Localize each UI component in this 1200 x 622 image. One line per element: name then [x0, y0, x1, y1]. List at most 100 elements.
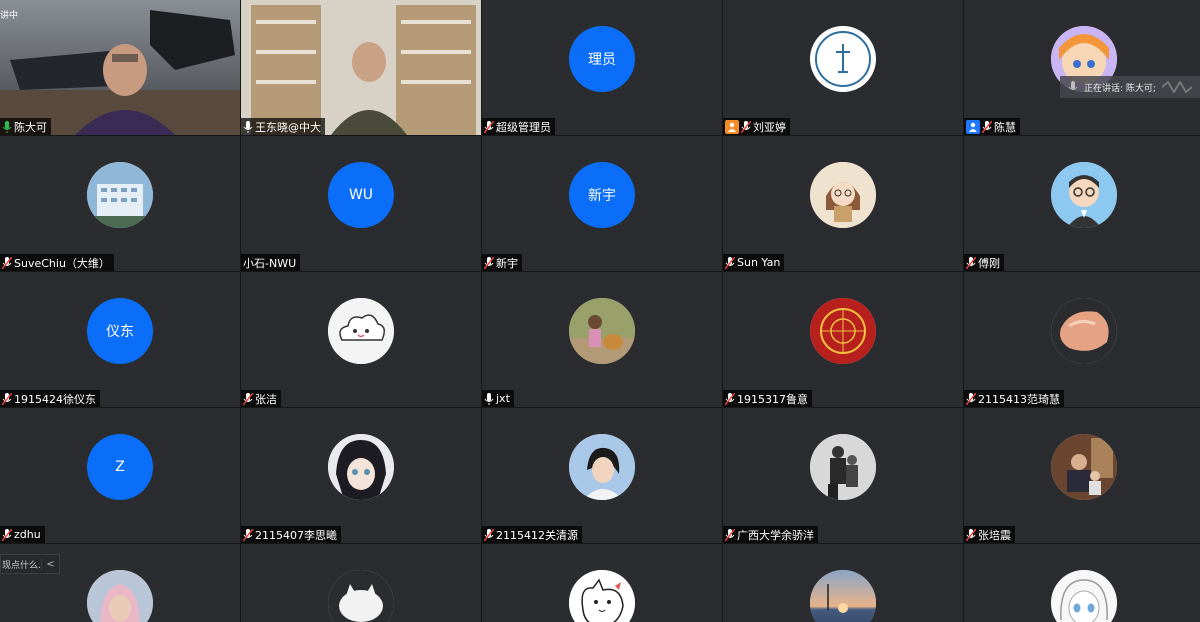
participant-name-bar: 刘亚婷: [723, 118, 790, 135]
participant-name-bar: 小石-NWU: [241, 254, 301, 271]
mic-on-icon: [484, 392, 494, 405]
host-role-icon: [725, 119, 739, 134]
participant-name-bar: 傅刚: [964, 254, 1004, 271]
speaking-indicator: 正在讲话: 陈大可;: [1060, 76, 1200, 98]
participant-video: [241, 0, 481, 135]
cartoon-man-avatar: [1051, 162, 1117, 228]
mic-muted-icon: [484, 528, 494, 541]
participant-name: 广西大学余骄洋: [737, 528, 814, 542]
participant-name: 1915317鲁意: [737, 392, 808, 406]
mic-muted-icon: [243, 392, 253, 405]
audio-wave-icon: [1161, 81, 1192, 93]
participant-tile[interactable]: 新宇 新宇: [482, 136, 722, 271]
participant-tile[interactable]: jxt: [482, 272, 722, 407]
participant-video: [0, 0, 240, 135]
participant-tile[interactable]: Sun Yan: [723, 136, 963, 271]
participant-tile[interactable]: [723, 544, 963, 622]
man-photo-avatar: [1051, 434, 1117, 500]
participant-name: Sun Yan: [737, 256, 781, 269]
sunset-avatar: [810, 570, 876, 622]
participant-name: 陈大可: [14, 120, 47, 134]
participant-name-bar: 广西大学余骄洋: [723, 526, 818, 543]
participant-tile[interactable]: 1915317鲁意: [723, 272, 963, 407]
participant-tile[interactable]: 陈大可 讲中: [0, 0, 240, 135]
sketch-dog-avatar: [569, 570, 635, 622]
participant-tile[interactable]: 2115412关清源: [482, 408, 722, 543]
mic-muted-icon: [982, 120, 992, 133]
participant-grid: 陈大可 讲中 王东晓@中大 理员 超级管理员 刘亚婷 陈慧 正在讲话: 陈大可;…: [0, 0, 1200, 622]
participant-tile[interactable]: 张培震: [964, 408, 1200, 543]
participant-name-bar: 2115413范琦慧: [964, 390, 1064, 407]
stone-avatar: [1051, 298, 1117, 364]
mic-muted-icon: [2, 392, 12, 405]
participant-name: 2115407李思曦: [255, 528, 337, 542]
initials-avatar: 理员: [569, 26, 635, 92]
mic-muted-icon: [484, 120, 494, 133]
initials-avatar: 仪东: [87, 298, 153, 364]
participant-name-bar: SuveChiu（大维）: [0, 254, 114, 271]
mic-muted-icon: [741, 120, 751, 133]
participant-name-bar: 张培震: [964, 526, 1015, 543]
mic-muted-icon: [966, 528, 976, 541]
participant-name-bar: 超级管理员: [482, 118, 555, 135]
cloud-avatar: [328, 298, 394, 364]
participant-tile[interactable]: 仪东 1915424徐仪东: [0, 272, 240, 407]
participant-tile[interactable]: 王东晓@中大: [241, 0, 481, 135]
initials-avatar: 新宇: [569, 162, 635, 228]
anime-boy-avatar: [328, 434, 394, 500]
participant-name: 1915424徐仪东: [14, 392, 96, 406]
participant-tile[interactable]: 广西大学余骄洋: [723, 408, 963, 543]
participant-name: 2115413范琦慧: [978, 392, 1060, 406]
participant-name: 2115412关清源: [496, 528, 578, 542]
participant-name: 王东晓@中大: [255, 120, 321, 134]
participant-name-bar: 陈大可: [0, 118, 51, 135]
participant-tile[interactable]: WU 小石-NWU: [241, 136, 481, 271]
participant-tile[interactable]: 陈慧 正在讲话: 陈大可;: [964, 0, 1200, 135]
mic-muted-icon: [484, 256, 494, 269]
speaking-label: 正在讲话: 陈大可;: [1084, 83, 1156, 94]
meeting-hint: 讲中: [0, 11, 19, 21]
initials-avatar: WU: [328, 162, 394, 228]
participant-tile[interactable]: 张洁: [241, 272, 481, 407]
participant-tile[interactable]: [482, 544, 722, 622]
collapsed-chat-panel[interactable]: 现点什么... <: [0, 554, 60, 574]
chevron-left-icon[interactable]: <: [41, 558, 59, 570]
participant-tile[interactable]: SuveChiu（大维）: [0, 136, 240, 271]
mic-muted-icon: [966, 256, 976, 269]
participant-name-bar: 新宇: [482, 254, 522, 271]
participant-name-bar: jxt: [482, 390, 514, 407]
mic-on-icon: [2, 120, 12, 133]
people-bw-avatar: [810, 434, 876, 500]
participant-name: jxt: [496, 392, 510, 405]
child-photo-avatar: [569, 298, 635, 364]
participant-name: 陈慧: [994, 120, 1016, 134]
white-cat-avatar: [328, 570, 394, 622]
initials-avatar: Z: [87, 434, 153, 500]
participant-name: zdhu: [14, 528, 41, 541]
participant-tile[interactable]: 刘亚婷: [723, 0, 963, 135]
hijab-woman-avatar: [87, 570, 153, 622]
participant-name-bar: 1915424徐仪东: [0, 390, 100, 407]
participant-name-bar: 王东晓@中大: [241, 118, 325, 135]
woman-photo-avatar: [569, 434, 635, 500]
participant-tile[interactable]: 2115413范琦慧: [964, 272, 1200, 407]
participant-name: 超级管理员: [496, 120, 551, 134]
participant-name: 张培震: [978, 528, 1011, 542]
anime-sketch-avatar: [1051, 570, 1117, 622]
participant-tile[interactable]: [241, 544, 481, 622]
mic-muted-icon: [725, 256, 735, 269]
participant-name-bar: 陈慧: [964, 118, 1020, 135]
participant-tile[interactable]: Z zdhu: [0, 408, 240, 543]
red-emblem-avatar: [810, 298, 876, 364]
participant-tile[interactable]: 理员 超级管理员: [482, 0, 722, 135]
cohost-role-icon: [966, 119, 980, 134]
participant-tile[interactable]: 傅刚: [964, 136, 1200, 271]
participant-name-bar: 2115412关清源: [482, 526, 582, 543]
mic-on-icon: [243, 120, 253, 133]
participant-name: 刘亚婷: [753, 120, 786, 134]
participant-tile[interactable]: 2115407李思曦: [241, 408, 481, 543]
participant-name-bar: Sun Yan: [723, 254, 785, 271]
cartoon-girl-avatar: [810, 162, 876, 228]
mic-muted-icon: [243, 528, 253, 541]
participant-tile[interactable]: [964, 544, 1200, 622]
